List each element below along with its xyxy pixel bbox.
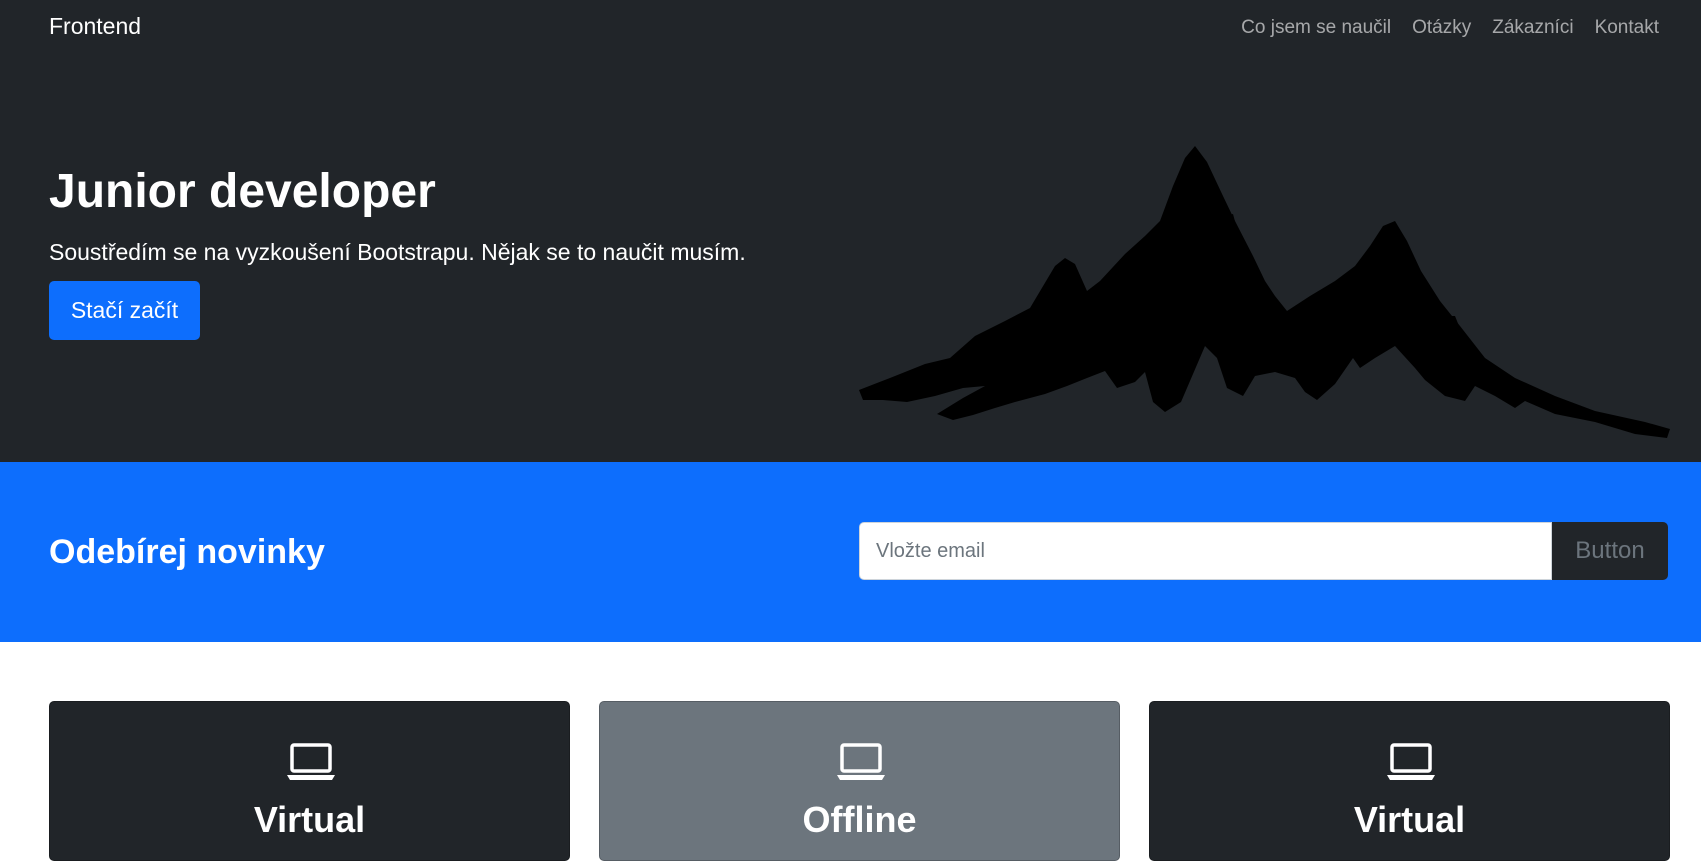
nav-link-kontakt[interactable]: Kontakt [1595,16,1659,40]
start-button[interactable]: Stačí začít [49,281,200,340]
hero-subtitle: Soustředím se na vyzkoušení Bootstrapu. … [49,239,746,265]
email-input-group: Button [859,522,1669,582]
hero-section: Junior developer Soustředím se na vyzkou… [0,56,1701,462]
newsletter-section: Odebírej novinky Button [0,462,1701,642]
card-title: Virtual [253,799,366,840]
card-title: Offline [802,799,917,840]
laptop-icon [287,743,335,780]
laptop-icon [837,743,885,780]
nav-link-co-jsem-se-naucil[interactable]: Co jsem se naučil [1241,16,1391,40]
card-virtual-1[interactable]: Virtual [49,701,570,861]
brand-link[interactable]: Frontend [49,13,141,40]
nav-links: Co jsem se naučil Otázky Zákazníci Konta… [1241,16,1659,40]
email-input[interactable] [859,522,1552,580]
card-virtual-2[interactable]: Virtual [1149,701,1670,861]
hero-title: Junior developer [49,165,436,218]
navbar: Frontend Co jsem se naučil Otázky Zákazn… [0,0,1701,56]
mountain-illustration [859,146,1670,438]
card-title: Virtual [1353,799,1466,840]
laptop-icon [1387,743,1435,780]
newsletter-title: Odebírej novinky [49,533,325,571]
cards-section: Virtual Offline Virtual [0,701,1701,861]
nav-link-zakaznici[interactable]: Zákazníci [1492,16,1573,40]
subscribe-button[interactable]: Button [1552,522,1668,580]
card-offline[interactable]: Offline [599,701,1120,861]
nav-link-otazky[interactable]: Otázky [1412,16,1471,40]
